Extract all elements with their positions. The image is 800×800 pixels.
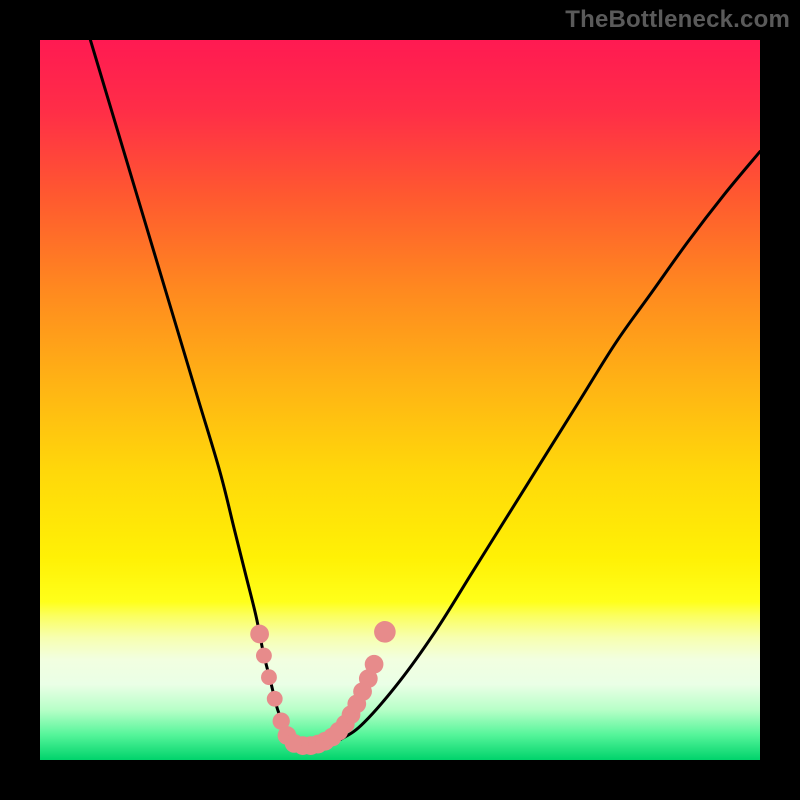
curve-marker bbox=[250, 625, 269, 644]
curve-marker bbox=[365, 655, 384, 674]
background-gradient bbox=[40, 40, 760, 760]
curve-marker bbox=[261, 669, 277, 685]
watermark-label: TheBottleneck.com bbox=[565, 6, 790, 34]
curve-marker bbox=[374, 621, 396, 643]
chart-svg bbox=[40, 40, 760, 760]
plot-area bbox=[40, 40, 760, 760]
curve-marker bbox=[267, 691, 283, 707]
curve-marker bbox=[256, 648, 272, 664]
